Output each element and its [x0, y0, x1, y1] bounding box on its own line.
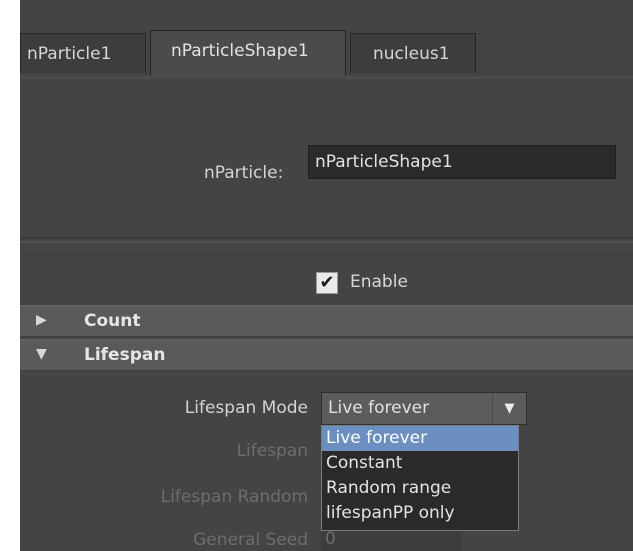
check-icon: ✔	[319, 272, 335, 293]
dropdown-option-lifespanpp-only[interactable]: lifespanPP only	[322, 501, 518, 526]
tab-nparticleshape1[interactable]: nParticleShape1	[150, 30, 346, 76]
node-name-field[interactable]: nParticleShape1	[308, 145, 616, 179]
select-value: Live forever	[328, 398, 430, 418]
tab-nucleus1[interactable]: nucleus1	[350, 33, 476, 73]
lifespan-random-label: Lifespan Random	[160, 487, 308, 507]
enable-checkbox[interactable]: ✔	[316, 272, 338, 294]
dropdown-option-constant[interactable]: Constant	[322, 451, 518, 476]
node-name-label: nParticle:	[204, 163, 284, 183]
lifespan-label: Lifespan	[236, 441, 308, 461]
node-name-value: nParticleShape1	[315, 152, 453, 172]
tab-label: nParticleShape1	[171, 41, 309, 61]
divider	[20, 241, 633, 243]
lifespan-mode-select[interactable]: Live forever ▼	[321, 392, 527, 425]
section-title: Lifespan	[84, 345, 166, 365]
enable-label: Enable	[350, 272, 408, 292]
general-seed-value: 0	[325, 529, 336, 549]
section-lifespan[interactable]: ▼ Lifespan	[20, 339, 633, 371]
general-seed-label: General Seed	[193, 530, 308, 550]
section-count[interactable]: ▶ Count	[20, 305, 633, 337]
divider	[20, 237, 633, 239]
lifespan-mode-label: Lifespan Mode	[184, 398, 308, 418]
expanded-arrow-icon: ▼	[36, 346, 47, 362]
chevron-down-icon: ▼	[492, 393, 526, 424]
section-title: Count	[84, 311, 141, 331]
dropdown-option-live-forever[interactable]: Live forever	[322, 426, 518, 451]
tab-label: nucleus1	[373, 44, 450, 64]
tab-label: nParticle1	[27, 44, 112, 64]
tab-nparticle1[interactable]: nParticle1	[20, 33, 146, 73]
attribute-editor: nParticle1 nParticleShape1 nucleus1 nPar…	[0, 0, 633, 551]
collapsed-arrow-icon: ▶	[36, 312, 47, 328]
lifespan-mode-dropdown: Live forever Constant Random range lifes…	[321, 425, 519, 531]
dropdown-option-random-range[interactable]: Random range	[322, 476, 518, 501]
